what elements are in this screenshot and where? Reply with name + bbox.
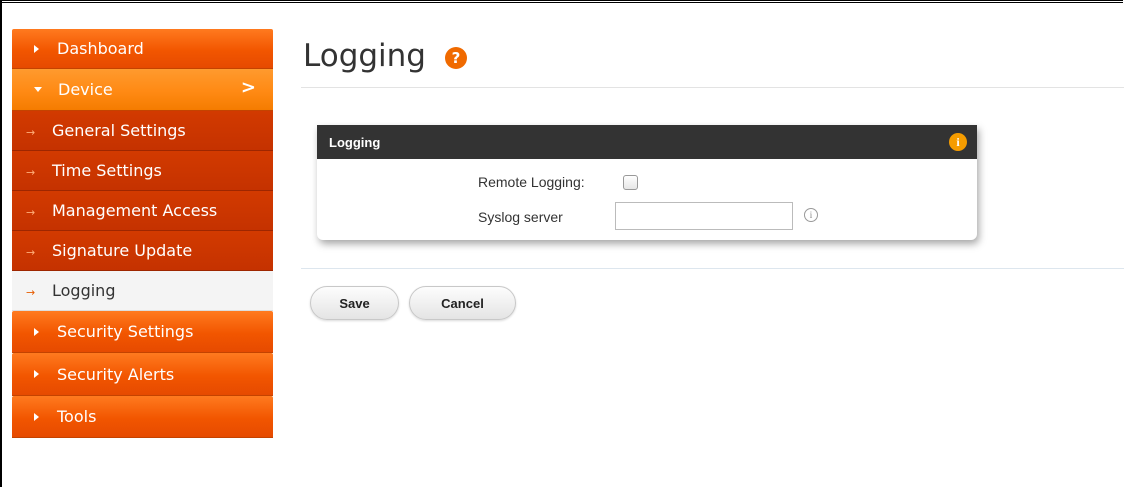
arrow-right-icon: → — [26, 206, 36, 219]
sidebar-item-label: General Settings — [52, 121, 186, 140]
save-button[interactable]: Save — [310, 286, 399, 320]
help-icon[interactable]: ? — [445, 47, 467, 69]
sidebar-item-dashboard[interactable]: Dashboard — [12, 29, 273, 69]
caret-right-icon — [34, 327, 39, 336]
sidebar-item-label: Security Alerts — [57, 364, 175, 384]
sidebar-item-security-settings[interactable]: Security Settings — [12, 311, 273, 353]
sidebar-item-label: Signature Update — [52, 241, 193, 260]
sidebar-item-management-access[interactable]: → Management Access — [12, 191, 273, 231]
arrow-right-icon: → — [26, 126, 36, 139]
arrow-right-icon: → — [26, 246, 36, 259]
arrow-right-icon: → — [26, 286, 36, 299]
syslog-server-label: Syslog server — [478, 209, 563, 225]
remote-logging-label: Remote Logging: — [478, 174, 585, 190]
caret-right-icon — [34, 370, 39, 378]
panel-header: Logging — [317, 125, 977, 159]
arrow-right-icon: → — [26, 166, 36, 179]
remote-logging-checkbox[interactable] — [623, 175, 638, 190]
info-icon[interactable]: i — [949, 133, 967, 151]
sidebar-item-time-settings[interactable]: → Time Settings — [12, 151, 273, 191]
syslog-info-icon[interactable]: i — [804, 208, 818, 222]
panel-title: Logging — [329, 134, 381, 150]
cancel-button[interactable]: Cancel — [409, 286, 516, 320]
sidebar-item-label: Management Access — [52, 201, 218, 220]
logging-panel: Logging i Remote Logging: Syslog server … — [317, 125, 977, 240]
sidebar-item-signature-update[interactable]: → Signature Update — [12, 231, 273, 271]
divider — [301, 268, 1124, 269]
sidebar-item-general-settings[interactable]: → General Settings — [12, 111, 273, 151]
page-title: Logging — [303, 38, 426, 74]
caret-right-icon — [34, 412, 39, 421]
sidebar-item-label: Dashboard — [57, 39, 144, 58]
sidebar-item-tools[interactable]: Tools — [12, 396, 273, 438]
sidebar-item-security-alerts[interactable]: Security Alerts — [12, 353, 273, 396]
sidebar-item-label: Logging — [52, 281, 116, 300]
sidebar-item-label: Time Settings — [52, 161, 162, 180]
chevron-right-icon: > — [240, 77, 256, 98]
sidebar-item-logging[interactable]: → Logging — [12, 271, 273, 311]
sidebar-item-label: Device — [58, 80, 113, 99]
caret-down-icon — [34, 87, 42, 92]
sidebar-item-device[interactable]: Device > — [12, 69, 273, 111]
sidebar-item-label: Security Settings — [57, 322, 194, 341]
divider — [301, 87, 1124, 88]
sidebar-item-label: Tools — [57, 407, 97, 426]
caret-right-icon — [34, 44, 39, 53]
syslog-server-input[interactable] — [615, 202, 793, 230]
sidebar: Dashboard Device > → General Settings → … — [12, 29, 273, 438]
